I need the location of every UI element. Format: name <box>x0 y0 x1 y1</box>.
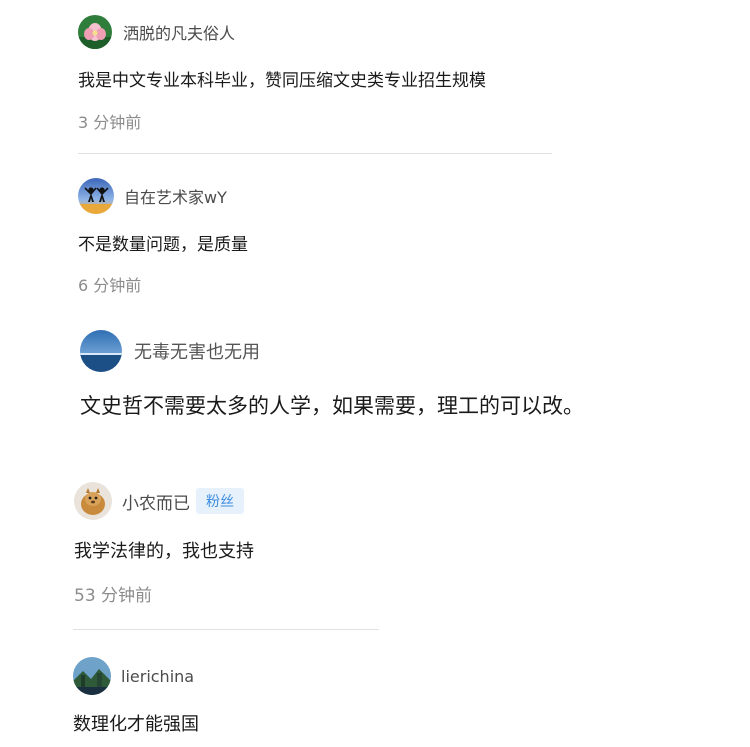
comment-list: 洒脱的凡夫俗人 我是中文专业本科毕业，赞同压缩文史类专业招生规模 3 分钟前 自… <box>0 0 750 747</box>
silhouette-avatar-icon[interactable] <box>78 178 114 214</box>
divider <box>78 153 552 154</box>
comment-header: lierichina <box>73 657 194 695</box>
fan-badge: 粉丝 <box>196 488 244 514</box>
comment-text: 不是数量问题，是质量 <box>78 235 248 255</box>
comment-header: 小农而已 粉丝 <box>74 482 244 520</box>
lotus-avatar-icon[interactable] <box>78 15 112 49</box>
cropped-time <box>110 437 180 443</box>
comment-item: lierichina 数理化才能强国 <box>73 657 199 735</box>
comment-item: 小农而已 粉丝 我学法律的，我也支持 53 分钟前 <box>74 482 254 606</box>
username[interactable]: lierichina <box>121 667 194 686</box>
landscape-avatar-icon[interactable] <box>73 657 111 695</box>
comment-time: 53 分钟前 <box>74 586 153 606</box>
comment-time: 3 分钟前 <box>78 113 142 132</box>
username[interactable]: 小农而已 <box>122 489 190 514</box>
comment-time: 6 分钟前 <box>78 276 142 295</box>
comment-text: 数理化才能强国 <box>73 714 199 735</box>
username[interactable]: 无毒无害也无用 <box>134 338 260 364</box>
comment-header: 洒脱的凡夫俗人 <box>78 15 235 49</box>
comment-text: 我学法律的，我也支持 <box>74 541 254 562</box>
comment-item: 洒脱的凡夫俗人 我是中文专业本科毕业，赞同压缩文史类专业招生规模 3 分钟前 <box>78 15 486 132</box>
comment-header: 自在艺术家wY <box>78 178 227 214</box>
comment-header: 无毒无害也无用 <box>80 330 260 372</box>
username[interactable]: 自在艺术家wY <box>124 184 227 208</box>
comment-item: 自在艺术家wY 不是数量问题，是质量 6 分钟前 <box>78 178 248 295</box>
comment-text: 文史哲不需要太多的人学，如果需要，理工的可以改。 <box>80 394 584 418</box>
comment-text: 我是中文专业本科毕业，赞同压缩文史类专业招生规模 <box>78 71 486 91</box>
animal-avatar-icon[interactable] <box>74 482 112 520</box>
comment-item: 无毒无害也无用 文史哲不需要太多的人学，如果需要，理工的可以改。 <box>80 330 584 418</box>
sea-horizon-avatar-icon[interactable] <box>80 330 122 372</box>
username[interactable]: 洒脱的凡夫俗人 <box>123 20 235 44</box>
divider <box>73 629 379 630</box>
